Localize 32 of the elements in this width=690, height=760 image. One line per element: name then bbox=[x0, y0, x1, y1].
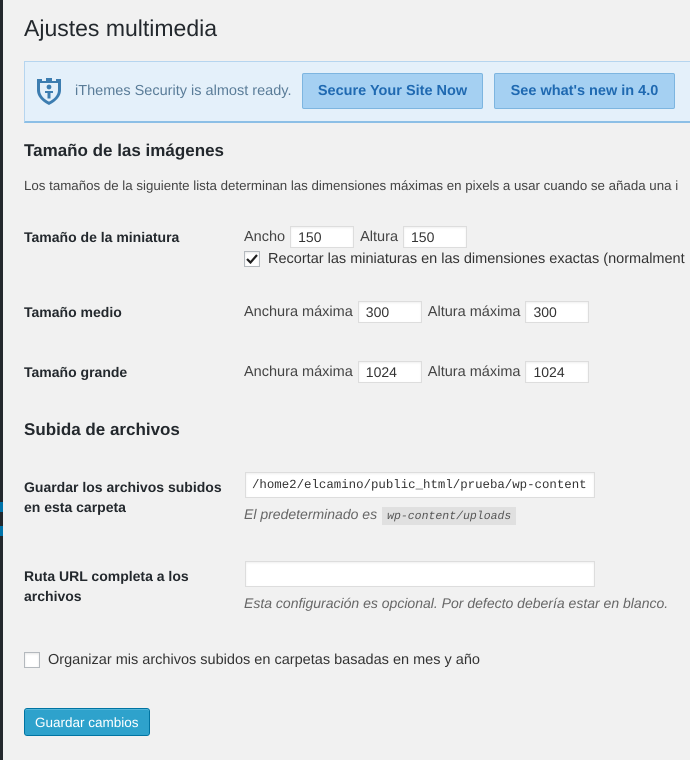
field-label: Altura máxima bbox=[428, 364, 520, 380]
dimension-input[interactable]: 300 bbox=[358, 301, 422, 323]
upload-path-input[interactable]: /home2/elcamino/public_html/prueba/wp-content bbox=[245, 472, 595, 498]
row-label: Tamaño de la miniatura bbox=[24, 228, 180, 247]
field-label: Altura bbox=[360, 229, 398, 245]
field-hint: El predeterminado es wp-content/uploads bbox=[244, 504, 690, 527]
field-label: Ancho bbox=[244, 229, 286, 245]
notice-message: iThemes Security is almost ready. bbox=[75, 83, 292, 99]
upload-path-input[interactable] bbox=[245, 561, 595, 587]
checkmark-icon bbox=[246, 254, 258, 264]
row-label: Ruta URL completa a los archivos bbox=[24, 567, 190, 606]
checkbox-label: Organizar mis archivos subidos en carpetas basadas en mes y año bbox=[48, 652, 480, 668]
section-heading: Tamaño de las imágenes bbox=[24, 140, 225, 162]
dimension-input[interactable]: 300 bbox=[525, 301, 590, 323]
dimension-input[interactable]: 1024 bbox=[525, 361, 590, 383]
field-label: Anchura máxima bbox=[244, 304, 353, 320]
shield-icon bbox=[37, 77, 61, 105]
field-label: Altura máxima bbox=[428, 304, 520, 320]
checkbox[interactable] bbox=[24, 652, 40, 668]
section-description: Los tamaños de la siguiente lista determinan las dimensiones máximas en pixels a usar cuando se añada una i bbox=[24, 177, 680, 195]
checkbox-label: Recortar las miniaturas en las dimensiones exactas (normalment bbox=[268, 251, 685, 267]
dimension-input[interactable]: 150 bbox=[290, 226, 354, 248]
dimension-input[interactable]: 150 bbox=[403, 226, 468, 248]
field-hint: Esta configuración es opcional. Por defecto debería estar en blanco. bbox=[244, 594, 670, 613]
field-label: Anchura máxima bbox=[244, 364, 353, 380]
page-title: Ajustes multimedia bbox=[24, 14, 218, 43]
row-label: Guardar los archivos subidos en esta carpeta bbox=[24, 478, 223, 517]
checkbox[interactable] bbox=[244, 251, 260, 267]
row-label: Tamaño medio bbox=[24, 303, 123, 322]
row-label: Tamaño grande bbox=[24, 363, 128, 382]
section-heading: Subida de archivos bbox=[24, 419, 181, 441]
dimension-input[interactable]: 1024 bbox=[358, 361, 422, 383]
